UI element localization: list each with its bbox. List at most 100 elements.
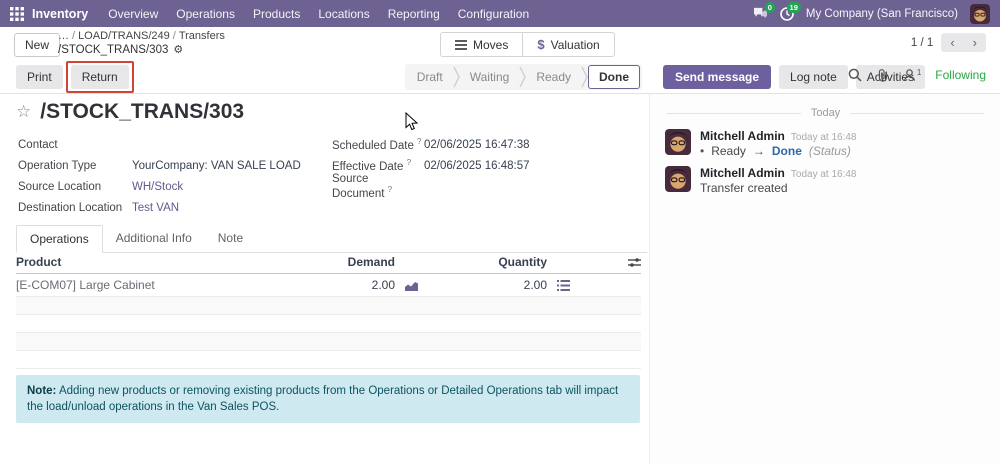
tab-operations[interactable]: Operations [16,225,103,253]
return-button[interactable]: Return [71,65,129,89]
product-cell[interactable]: [E-COM07] Large Cabinet [16,278,315,292]
help-marker: ? [388,185,392,194]
breadcrumb-separator: / [72,30,75,42]
menu-products[interactable]: Products [253,7,300,21]
breadcrumb-separator: / [173,30,176,42]
chatter-panel: Today Mitchell Admin Today at 16:48 • Re… [651,94,1000,464]
attachment-paperclip-icon[interactable] [876,68,889,82]
tracking-field-name: (Status) [809,144,851,158]
forecast-report-icon[interactable] [405,280,418,291]
stage-draft[interactable]: Draft [407,66,453,88]
effective-date-field[interactable]: 02/06/2025 16:48:57 [424,160,530,172]
tracking-message-body: • Ready → Done (Status) [700,144,857,158]
breadcrumb-collapsed[interactable]: … [58,30,69,42]
quantity-cell[interactable]: 2.00 [437,278,547,292]
smart-buttons: Moves $ Valuation [440,32,615,57]
print-button[interactable]: Print [16,65,63,89]
status-bar: Draft Waiting Ready Done [405,64,642,90]
gear-icon[interactable]: ⚙ [173,43,183,57]
empty-table-row[interactable] [16,297,641,315]
optional-columns-icon[interactable] [628,257,641,268]
stage-ready[interactable]: Ready [526,66,581,88]
chatter-message: Mitchell Admin Today at 16:48 • Ready → … [651,125,1000,162]
message-body: Transfer created [700,181,857,195]
stage-waiting[interactable]: Waiting [460,66,520,88]
avatar[interactable] [665,166,691,192]
message-author[interactable]: Mitchell Admin [700,129,785,143]
moves-label: Moves [473,38,508,52]
operation-type-field[interactable]: YourCompany: VAN SALE LOAD [132,160,301,172]
column-quantity[interactable]: Quantity [437,255,547,269]
form-toolbar: Print Return Draft Waiting Ready Done Se… [0,61,1000,94]
chevron-right-icon [453,66,460,88]
message-author[interactable]: Mitchell Admin [700,166,785,180]
note-text: Adding new products or removing existing… [27,385,618,413]
moves-button[interactable]: Moves [440,32,523,57]
demand-cell[interactable]: 2.00 [315,278,395,292]
app-name[interactable]: Inventory [32,7,88,21]
send-message-button[interactable]: Send message [663,65,771,89]
empty-table-row[interactable] [16,315,641,333]
avatar[interactable] [665,129,691,155]
favorite-star-icon[interactable]: ☆ [16,102,31,122]
detailed-operations-icon[interactable] [557,280,570,291]
breadcrumb-load-trans[interactable]: LOAD/TRANS/249 [78,30,170,42]
moves-list-icon [455,40,467,50]
pager-next-icon[interactable]: › [964,33,986,52]
messages-badge: 0 [765,2,775,13]
tab-additional-info[interactable]: Additional Info [103,225,205,252]
breadcrumb-transfers[interactable]: Transfers [179,30,225,42]
following-toggle[interactable]: Following [935,68,986,82]
followers-icon[interactable]: 1 [903,68,921,82]
menu-configuration[interactable]: Configuration [458,7,529,21]
note-label: Note: [27,385,56,397]
table-row[interactable]: [E-COM07] Large Cabinet 2.00 2.00 [16,274,641,297]
chevron-right-icon [519,66,526,88]
tracking-new-value[interactable]: Done [772,144,802,158]
destination-location-field[interactable]: Test VAN [132,202,179,214]
operation-type-label: Operation Type [18,160,132,172]
activities-clock-icon[interactable]: 19 [780,7,794,21]
menu-locations[interactable]: Locations [318,7,369,21]
menu-reporting[interactable]: Reporting [388,7,440,21]
pager-count: 1 / 1 [911,37,933,49]
column-product[interactable]: Product [16,255,315,269]
arrow-right-icon: → [753,144,765,158]
transfer-form-sheet: ☆ /STOCK_TRANS/303 Contact Operation Typ… [0,94,650,464]
new-button[interactable]: New [14,33,60,57]
valuation-button[interactable]: $ Valuation [523,32,614,57]
menu-overview[interactable]: Overview [108,7,158,21]
main-menu: Overview Operations Products Locations R… [108,7,529,21]
column-demand[interactable]: Demand [315,255,395,269]
pager-previous-icon[interactable]: ‹ [941,33,963,52]
chatter-tools: 1 Following [848,68,986,82]
messages-icon[interactable]: 0 [753,7,768,20]
message-timestamp: Today at 16:48 [791,132,857,143]
effective-date-label: Effective Date ? [332,158,424,173]
field-group-right: Scheduled Date ? 02/06/2025 16:47:38 Eff… [332,134,632,197]
menu-operations[interactable]: Operations [176,7,235,21]
stage-done[interactable]: Done [588,65,640,89]
top-navbar: Inventory Overview Operations Products L… [0,0,1000,27]
scheduled-date-field[interactable]: 02/06/2025 16:47:38 [424,139,530,151]
page-title: /STOCK_TRANS/303 [40,100,244,124]
breadcrumb-current: /STOCK_TRANS/303 [58,43,168,57]
tracking-old-value: Ready [711,144,746,158]
tab-note[interactable]: Note [205,225,256,252]
apps-grid-icon[interactable] [10,7,24,21]
help-marker: ? [417,137,421,146]
search-icon[interactable] [848,68,862,82]
dollar-icon: $ [537,37,544,52]
log-note-button[interactable]: Log note [779,65,848,89]
empty-table-row[interactable] [16,333,641,351]
help-marker: ? [407,158,411,167]
user-avatar[interactable] [970,4,990,24]
source-location-field[interactable]: WH/Stock [132,181,183,193]
bullet-icon: • [700,144,704,158]
breadcrumb: …/LOAD/TRANS/249/Transfers /STOCK_TRANS/… [58,29,225,57]
followers-count: 1 [917,68,921,77]
destination-location-label: Destination Location [18,202,132,214]
chatter-message: Mitchell Admin Today at 16:48 Transfer c… [651,162,1000,199]
empty-table-row[interactable] [16,351,641,369]
company-switcher[interactable]: My Company (San Francisco) [806,8,958,20]
